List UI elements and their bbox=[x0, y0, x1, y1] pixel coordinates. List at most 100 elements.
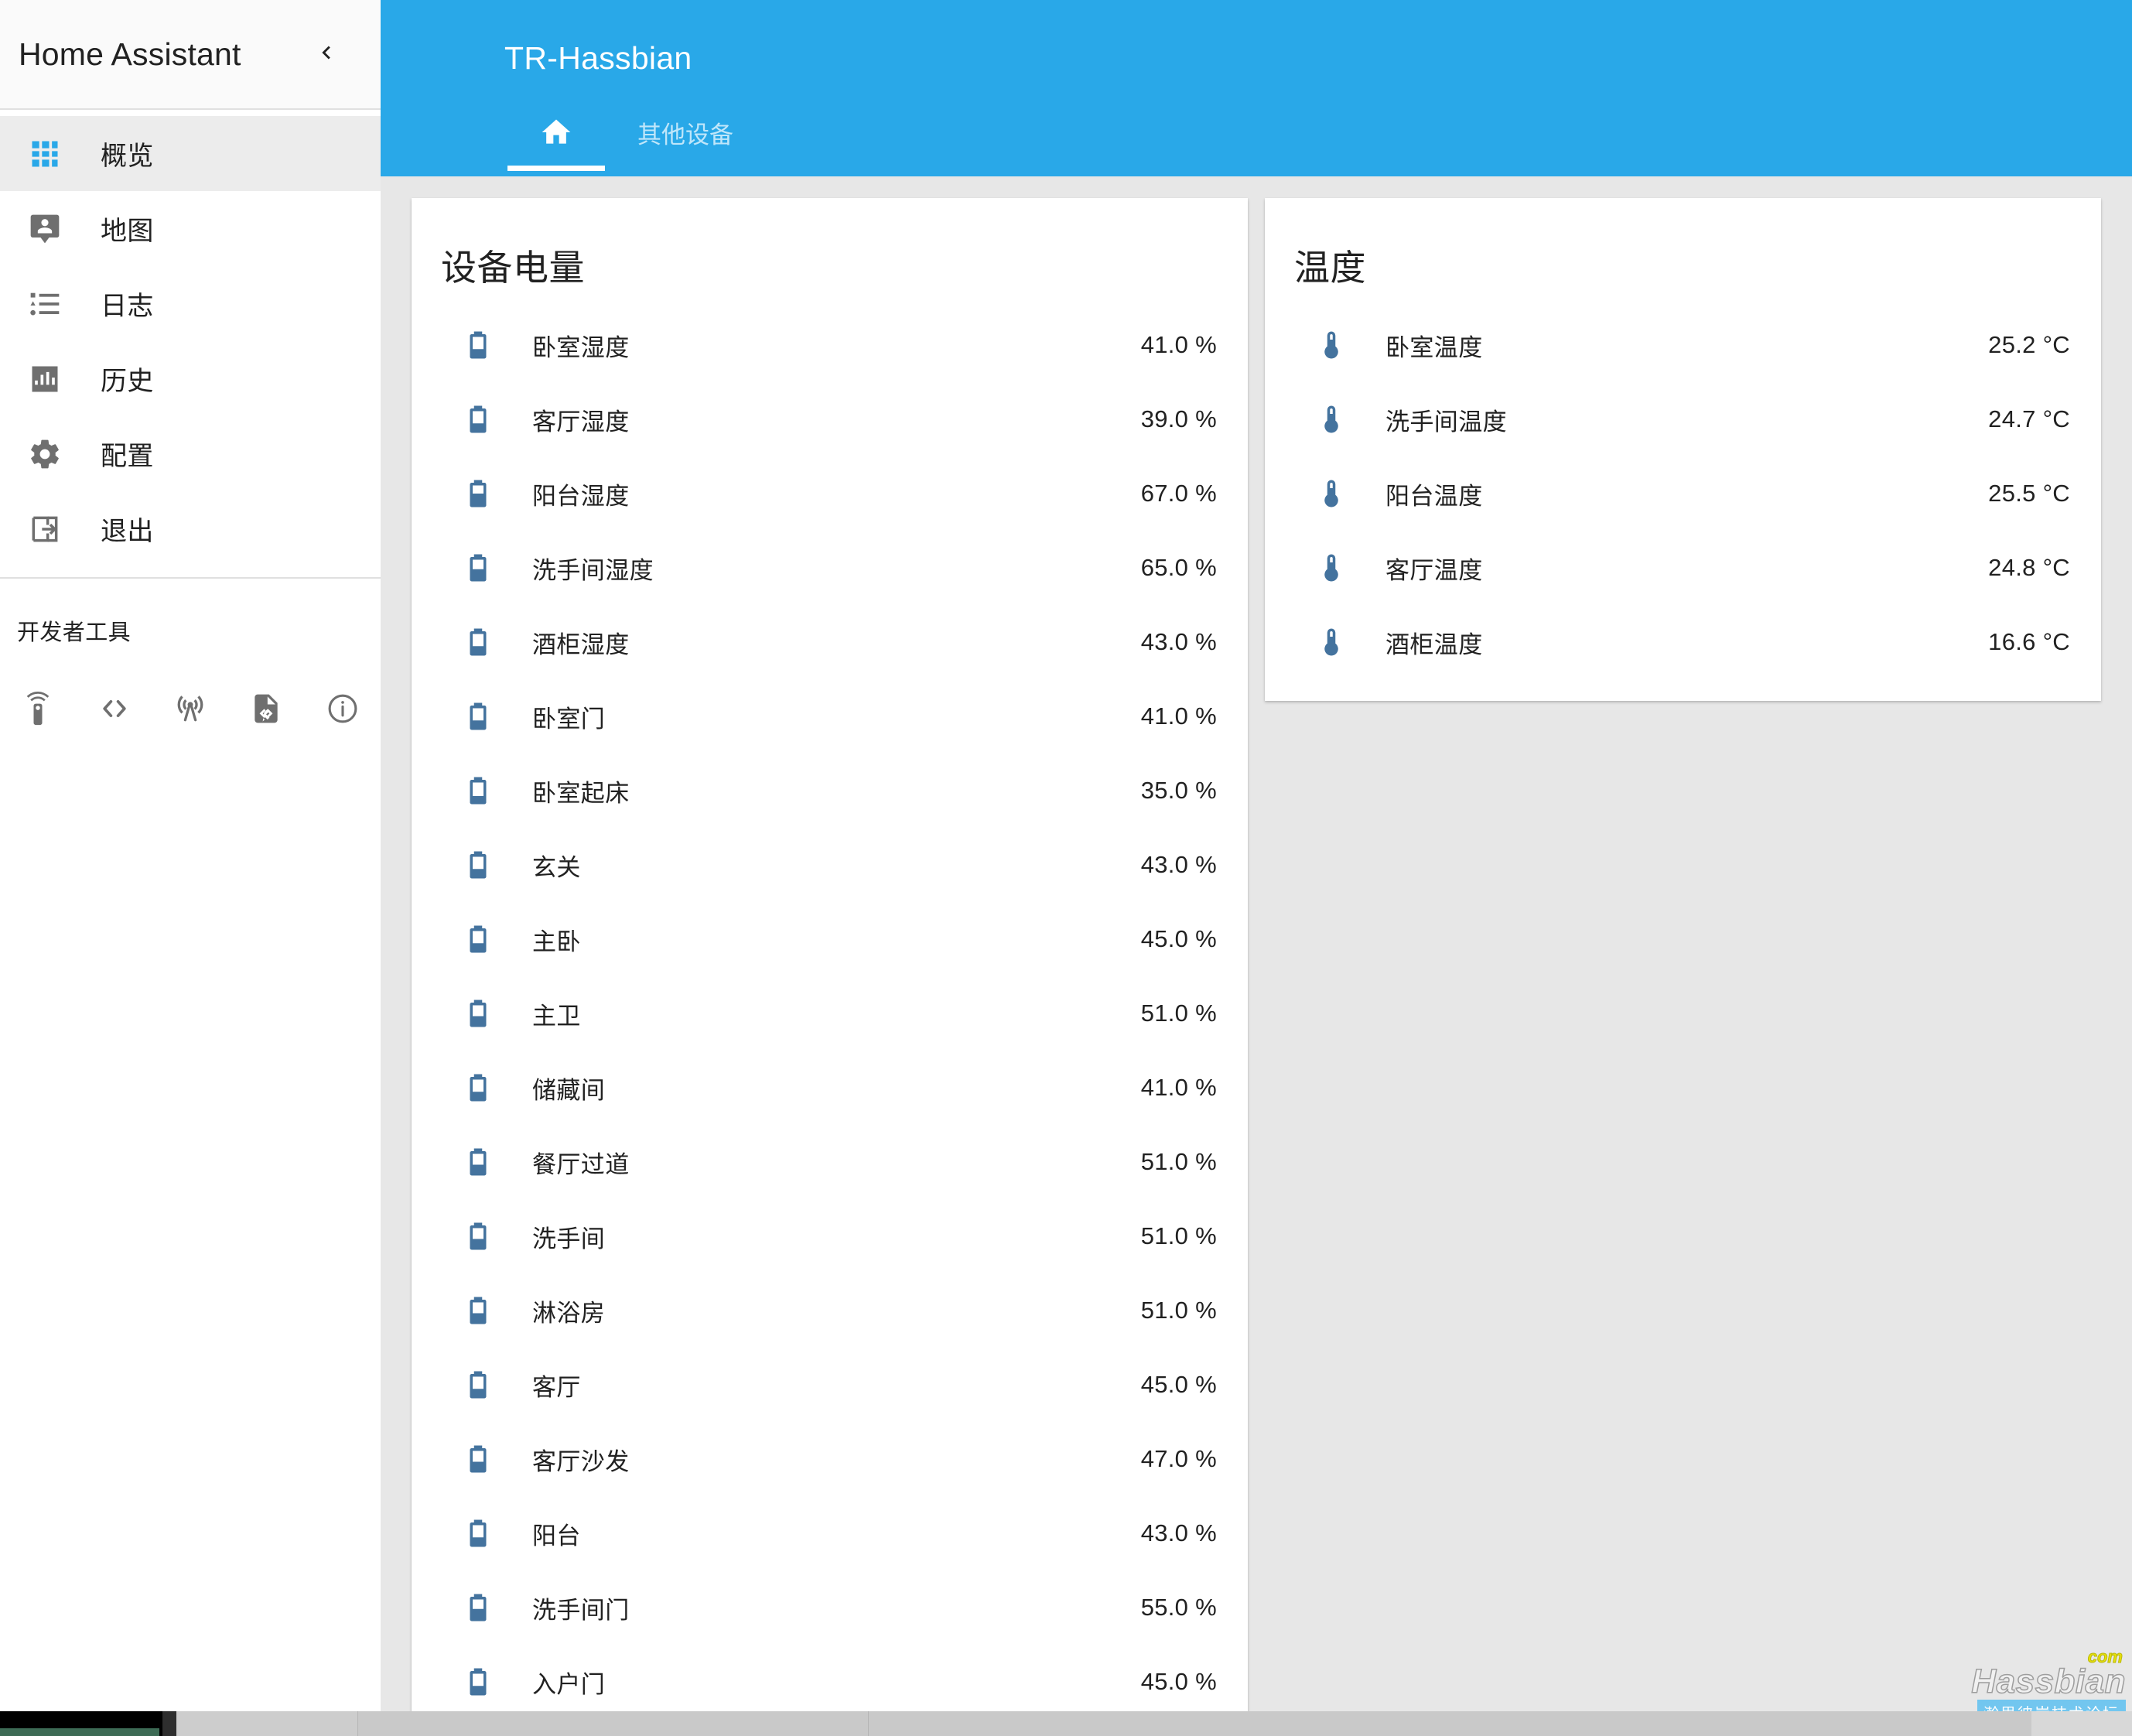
entity-name: 主卫 bbox=[532, 1002, 581, 1030]
entity-value: 43.0 % bbox=[1140, 628, 1217, 655]
devtool-template-button[interactable] bbox=[76, 679, 152, 738]
tab-other-devices[interactable]: 其他设备 bbox=[617, 94, 753, 171]
list-item[interactable]: 客厅 45.0 % bbox=[412, 1348, 1248, 1422]
entity-name: 客厅 bbox=[532, 1373, 581, 1401]
list-item[interactable]: 餐厅过道 51.0 % bbox=[412, 1125, 1248, 1199]
entity-value: 25.5 °C bbox=[1988, 480, 2070, 507]
list-item[interactable]: 主卫 51.0 % bbox=[412, 976, 1248, 1051]
developer-tools-icons bbox=[0, 647, 381, 738]
entity-value: 39.0 % bbox=[1140, 405, 1217, 432]
list-item[interactable]: 卧室起床 35.0 % bbox=[412, 754, 1248, 828]
battery-icon bbox=[456, 477, 500, 510]
horizontal-scrollbar-track[interactable] bbox=[869, 1711, 2031, 1736]
battery-icon bbox=[456, 997, 500, 1030]
list-item[interactable]: 阳台湿度 67.0 % bbox=[412, 456, 1248, 531]
battery-icon bbox=[456, 1591, 500, 1624]
entity-value: 45.0 % bbox=[1140, 1668, 1217, 1695]
sidebar-item-logbook[interactable]: 日志 bbox=[0, 266, 381, 341]
devtool-states-button[interactable] bbox=[228, 679, 304, 738]
sidebar-title: Home Assistant bbox=[19, 36, 241, 72]
sidebar-collapse-button[interactable] bbox=[303, 31, 350, 77]
horizontal-scrollbar-thumb[interactable] bbox=[358, 1711, 869, 1736]
list-item[interactable]: 洗手间 51.0 % bbox=[412, 1199, 1248, 1273]
entity-value: 51.0 % bbox=[1140, 1148, 1217, 1175]
entity-name: 淋浴房 bbox=[532, 1299, 606, 1327]
sidebar-item-label: 概览 bbox=[101, 142, 154, 171]
sidebar-item-map[interactable]: 地图 bbox=[0, 191, 381, 266]
entity-name: 入户门 bbox=[532, 1670, 606, 1698]
sidebar-nav: 概览 地图 日志 历史 配置 退出 bbox=[0, 110, 381, 566]
sidebar-item-history[interactable]: 历史 bbox=[0, 341, 381, 416]
battery-icon bbox=[456, 329, 500, 361]
entity-name: 酒柜湿度 bbox=[532, 630, 630, 658]
sidebar-item-label: 配置 bbox=[101, 442, 154, 471]
taskbar-light-segment bbox=[176, 1711, 358, 1736]
list-item[interactable]: 客厅温度 24.8 °C bbox=[1265, 531, 2101, 605]
sidebar-item-label: 退出 bbox=[101, 517, 154, 546]
sidebar-header: Home Assistant bbox=[0, 0, 381, 110]
entity-value: 24.7 °C bbox=[1988, 405, 2070, 432]
list-item[interactable]: 阳台 43.0 % bbox=[412, 1496, 1248, 1570]
bottom-taskbar bbox=[0, 1711, 2132, 1736]
devtool-services-button[interactable] bbox=[0, 679, 76, 738]
thermometer-icon bbox=[1310, 403, 1353, 436]
battery-icon bbox=[456, 1071, 500, 1104]
list-item[interactable]: 主卧 45.0 % bbox=[412, 902, 1248, 976]
tab-home[interactable] bbox=[495, 94, 617, 171]
sidebar-item-configuration[interactable]: 配置 bbox=[0, 416, 381, 491]
battery-icon bbox=[456, 1220, 500, 1252]
card-temperature: 温度 卧室温度 25.2 °C 洗手间温度 24.7 °C 阳台温度 25.5 … bbox=[1265, 198, 2101, 701]
thermometer-icon bbox=[1310, 477, 1353, 510]
entity-name: 餐厅过道 bbox=[532, 1150, 630, 1178]
entity-name: 主卧 bbox=[532, 928, 581, 955]
chevron-left-icon bbox=[313, 39, 340, 70]
entity-value: 43.0 % bbox=[1140, 851, 1217, 878]
battery-icon bbox=[456, 774, 500, 807]
list-item[interactable]: 酒柜温度 16.6 °C bbox=[1265, 605, 2101, 679]
list-item[interactable]: 阳台温度 25.5 °C bbox=[1265, 456, 2101, 531]
list-item[interactable]: 洗手间温度 24.7 °C bbox=[1265, 382, 2101, 456]
dashboard-content: 设备电量 卧室湿度 41.0 % 客厅湿度 39.0 % 阳台湿度 67.0 %… bbox=[381, 176, 2132, 1736]
list-item[interactable]: 卧室湿度 41.0 % bbox=[412, 308, 1248, 382]
battery-icon bbox=[456, 849, 500, 881]
list-item[interactable]: 洗手间门 55.0 % bbox=[412, 1570, 1248, 1645]
entity-name: 客厅沙发 bbox=[532, 1447, 630, 1475]
list-item[interactable]: 入户门 45.0 % bbox=[412, 1645, 1248, 1719]
app-toolbar: TR-Hassbian 其他设备 bbox=[381, 0, 2132, 176]
entity-name: 酒柜温度 bbox=[1385, 630, 1483, 658]
entity-name: 卧室起床 bbox=[532, 779, 630, 807]
battery-icon bbox=[456, 403, 500, 436]
entity-value: 35.0 % bbox=[1140, 777, 1217, 804]
devtool-events-button[interactable] bbox=[152, 679, 228, 738]
sidebar-item-label: 地图 bbox=[101, 217, 154, 246]
list-item[interactable]: 客厅湿度 39.0 % bbox=[412, 382, 1248, 456]
battery-icon bbox=[456, 923, 500, 955]
list-item[interactable]: 卧室温度 25.2 °C bbox=[1265, 308, 2101, 382]
list-item[interactable]: 卧室门 41.0 % bbox=[412, 679, 1248, 754]
entity-name: 洗手间 bbox=[532, 1225, 606, 1252]
thermometer-icon bbox=[1310, 329, 1353, 361]
sidebar-item-label: 历史 bbox=[101, 367, 154, 396]
grid-icon bbox=[11, 137, 79, 171]
battery-rows: 卧室湿度 41.0 % 客厅湿度 39.0 % 阳台湿度 67.0 % 洗手间湿… bbox=[412, 308, 1248, 1719]
battery-icon bbox=[456, 552, 500, 584]
entity-value: 65.0 % bbox=[1140, 554, 1217, 581]
list-item[interactable]: 淋浴房 51.0 % bbox=[412, 1273, 1248, 1348]
sidebar-item-overview[interactable]: 概览 bbox=[0, 116, 381, 191]
list-item[interactable]: 玄关 43.0 % bbox=[412, 828, 1248, 902]
battery-icon bbox=[456, 1666, 500, 1698]
view-tabs: 其他设备 bbox=[381, 94, 2132, 171]
list-item[interactable]: 酒柜湿度 43.0 % bbox=[412, 605, 1248, 679]
devtool-info-button[interactable] bbox=[305, 679, 381, 738]
list-item[interactable]: 洗手间湿度 65.0 % bbox=[412, 531, 1248, 605]
card-title: 设备电量 bbox=[441, 248, 585, 288]
file-code-icon bbox=[249, 692, 283, 726]
taskbar-dark-segment bbox=[162, 1711, 176, 1736]
list-item[interactable]: 储藏间 41.0 % bbox=[412, 1051, 1248, 1125]
entity-value: 16.6 °C bbox=[1988, 628, 2070, 655]
battery-icon bbox=[456, 1443, 500, 1475]
list-item[interactable]: 客厅沙发 47.0 % bbox=[412, 1422, 1248, 1496]
entity-value: 24.8 °C bbox=[1988, 554, 2070, 581]
format-list-bulleted-icon bbox=[11, 287, 79, 321]
sidebar-item-logout[interactable]: 退出 bbox=[0, 491, 381, 566]
